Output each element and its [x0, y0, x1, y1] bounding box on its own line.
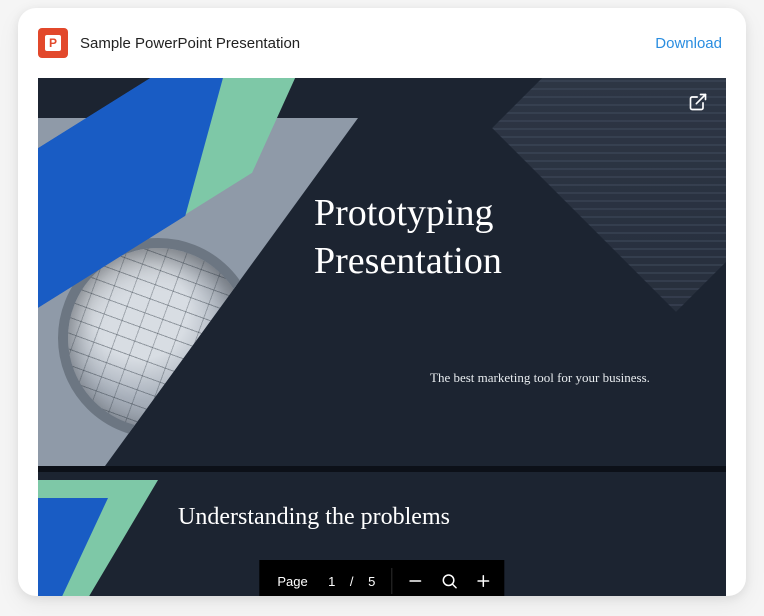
slide-2-title: Understanding the problems [178, 504, 450, 531]
slide-2: Understanding the problems Page 1 / 5 [38, 472, 726, 596]
slide-viewer: Prototyping Presentation The best market… [38, 78, 726, 596]
zoom-reset-button[interactable] [433, 564, 467, 596]
document-preview-card: P Sample PowerPoint Presentation Downloa… [18, 8, 746, 596]
header-bar: P Sample PowerPoint Presentation Downloa… [18, 8, 746, 78]
controls-divider [392, 568, 393, 594]
download-link[interactable]: Download [655, 35, 722, 52]
slide-1-title: Prototyping Presentation [314, 190, 502, 285]
total-pages-number: 5 [358, 574, 386, 589]
zoom-out-button[interactable] [399, 564, 433, 596]
page-separator: / [346, 574, 358, 589]
viewer-controls: Page 1 / 5 [259, 560, 504, 596]
powerpoint-icon-letter: P [45, 35, 61, 51]
current-page-number: 1 [318, 574, 346, 589]
powerpoint-icon: P [38, 28, 68, 58]
file-title: Sample PowerPoint Presentation [80, 35, 643, 52]
slide-1-title-line2: Presentation [314, 240, 502, 282]
zoom-in-button[interactable] [467, 564, 501, 596]
page-label: Page [263, 574, 317, 589]
slide-1-title-line1: Prototyping [314, 192, 493, 234]
slide-1-subtitle: The best marketing tool for your busines… [430, 370, 650, 386]
slide-1: Prototyping Presentation The best market… [38, 78, 726, 466]
open-external-icon[interactable] [688, 92, 712, 116]
